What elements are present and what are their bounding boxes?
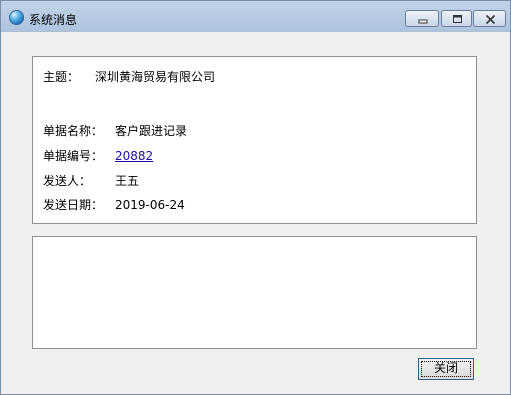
title-bar[interactable]: 系统消息 [1, 1, 510, 32]
maximize-icon [453, 15, 462, 23]
close-icon [485, 14, 496, 25]
send-date-label: 发送日期： [43, 198, 104, 212]
message-dialog: 系统消息 主题： 深圳黄海贸易有限公司 单据名称： 客户跟进记录 单据编号： 2… [0, 0, 511, 395]
minimize-icon [418, 19, 428, 24]
doc-name-label: 单据名称： [43, 124, 104, 138]
globe-icon [9, 10, 24, 25]
subject-value: 深圳黄海贸易有限公司 [95, 70, 216, 84]
message-info-panel: 主题： 深圳黄海贸易有限公司 单据名称： 客户跟进记录 单据编号： 20882 … [32, 56, 477, 224]
sender-value: 王五 [115, 174, 140, 188]
close-button-label: 关闭 [433, 361, 458, 375]
minimize-button[interactable] [405, 10, 439, 27]
doc-number-label: 单据编号： [43, 149, 104, 163]
doc-number-link[interactable]: 20882 [115, 148, 153, 164]
doc-name-value: 客户跟进记录 [115, 124, 188, 138]
window-title: 系统消息 [29, 13, 78, 27]
sender-label: 发送人： [43, 174, 92, 188]
maximize-button[interactable] [441, 10, 472, 27]
subject-label: 主题： [43, 70, 80, 84]
message-body-area[interactable] [32, 236, 477, 349]
send-date-value: 2019-06-24 [115, 198, 185, 212]
close-button[interactable]: 关闭 [418, 358, 474, 380]
close-window-button[interactable] [473, 10, 506, 27]
